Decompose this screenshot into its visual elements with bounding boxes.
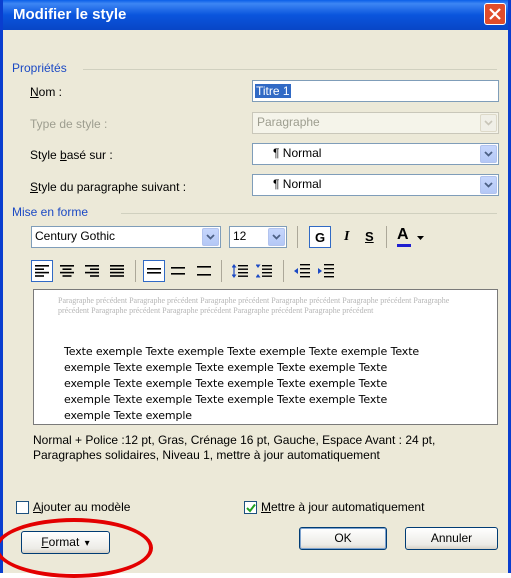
based-on-select[interactable]: ¶ Normal <box>252 143 499 165</box>
ok-button[interactable]: OK <box>299 527 387 550</box>
sample-line: Texte exemple Texte exemple Texte exempl… <box>64 345 420 358</box>
decrease-indent-button[interactable] <box>291 260 313 282</box>
close-icon <box>489 8 501 20</box>
chevron-down-icon <box>484 120 493 126</box>
cancel-button[interactable]: Annuler <box>405 527 498 550</box>
name-value: Titre 1 <box>255 84 291 98</box>
modify-style-dialog: Modifier le style Propriétés Nom : Titre… <box>0 0 511 578</box>
increase-indent-icon <box>318 264 334 278</box>
style-description: Normal + Police :12 pt, Gras, Crénage 16… <box>33 433 436 462</box>
sample-line: exemple Texte exemple <box>64 409 192 422</box>
font-size-value: 12 <box>233 229 247 243</box>
formatting-divider <box>121 213 497 214</box>
single-spacing-button[interactable] <box>143 260 165 282</box>
one-half-spacing-button[interactable] <box>167 260 189 282</box>
increase-indent-button[interactable] <box>315 260 337 282</box>
properties-divider <box>83 69 497 70</box>
style-type-value: Paragraphe <box>257 115 320 129</box>
font-name-value: Century Gothic <box>35 229 116 243</box>
style-type-dropdown-button <box>480 114 497 132</box>
next-style-dropdown-button[interactable] <box>480 176 497 194</box>
space-before-decrease-button[interactable] <box>253 260 275 282</box>
next-style-label: Style du paragraphe suivant : <box>30 180 187 194</box>
one-half-spacing-icon <box>171 267 185 275</box>
decrease-indent-icon <box>294 264 310 278</box>
font-name-dropdown-button[interactable] <box>202 228 219 246</box>
toolbar-separator <box>135 260 136 282</box>
add-to-template-label: Ajouter au modèle <box>33 500 131 514</box>
auto-update-checkbox[interactable] <box>244 501 257 514</box>
dropdown-arrow-icon <box>417 236 424 240</box>
based-on-label: Style basé sur : <box>30 148 113 162</box>
formatting-group-label: Mise en forme <box>12 205 93 219</box>
justify-icon <box>110 265 124 277</box>
italic-button[interactable]: I <box>336 226 358 248</box>
chevron-down-icon <box>206 234 215 240</box>
checkmark-icon <box>246 503 256 513</box>
next-style-value: ¶ Normal <box>273 177 322 191</box>
toolbar-separator <box>221 260 222 282</box>
style-type-label: Type de style : <box>30 117 108 131</box>
auto-update-label: Mettre à jour automatiquement <box>261 500 425 514</box>
justify-button[interactable] <box>106 260 128 282</box>
properties-group-label: Propriétés <box>12 61 71 75</box>
sample-line: exemple Texte exemple Texte exemple Text… <box>64 393 388 406</box>
close-button[interactable] <box>484 3 506 25</box>
name-label: Nom : <box>30 85 63 99</box>
based-on-value: ¶ Normal <box>273 146 322 160</box>
align-left-button[interactable] <box>31 260 53 282</box>
style-preview: Paragraphe précédent Paragraphe précéden… <box>33 289 498 425</box>
sample-line: exemple Texte exemple Texte exemple Text… <box>64 361 388 374</box>
font-name-select[interactable]: Century Gothic <box>31 226 221 248</box>
sample-line: exemple Texte exemple Texte exemple Text… <box>64 377 388 390</box>
title-bar[interactable]: Modifier le style <box>3 0 508 30</box>
decrease-paragraph-spacing-icon <box>256 264 272 278</box>
align-center-button[interactable] <box>56 260 78 282</box>
next-style-select[interactable]: ¶ Normal <box>252 174 499 196</box>
sample-text: Texte exemple Texte exemple Texte exempl… <box>64 344 474 424</box>
align-right-icon <box>85 265 99 277</box>
name-input[interactable]: Titre 1 <box>252 80 499 102</box>
double-spacing-button[interactable] <box>193 260 215 282</box>
space-before-increase-button[interactable] <box>229 260 251 282</box>
chevron-down-icon <box>272 234 281 240</box>
font-color-button[interactable]: A <box>394 226 428 248</box>
based-on-dropdown-button[interactable] <box>480 145 497 163</box>
increase-paragraph-spacing-icon <box>232 264 248 278</box>
double-spacing-icon <box>197 266 211 276</box>
align-left-icon <box>35 265 49 277</box>
toolbar-separator <box>283 260 284 282</box>
toolbar-separator <box>386 226 387 248</box>
chevron-down-icon <box>484 151 493 157</box>
single-spacing-icon <box>147 268 161 274</box>
add-to-template-checkbox[interactable] <box>16 501 29 514</box>
dialog-title: Modifier le style <box>13 6 127 23</box>
chevron-down-icon <box>484 182 493 188</box>
font-color-swatch <box>397 244 411 247</box>
highlight-annotation <box>0 518 153 578</box>
underline-button[interactable]: S <box>359 226 381 248</box>
style-type-select: Paragraphe <box>252 112 499 134</box>
font-size-select[interactable]: 12 <box>229 226 287 248</box>
align-right-button[interactable] <box>81 260 103 282</box>
font-size-dropdown-button[interactable] <box>268 228 285 246</box>
align-center-icon <box>60 265 74 277</box>
toolbar-separator <box>297 226 298 248</box>
previous-paragraph-text: Paragraphe précédent Paragraphe précéden… <box>58 296 450 315</box>
bold-button[interactable]: G <box>309 226 331 248</box>
